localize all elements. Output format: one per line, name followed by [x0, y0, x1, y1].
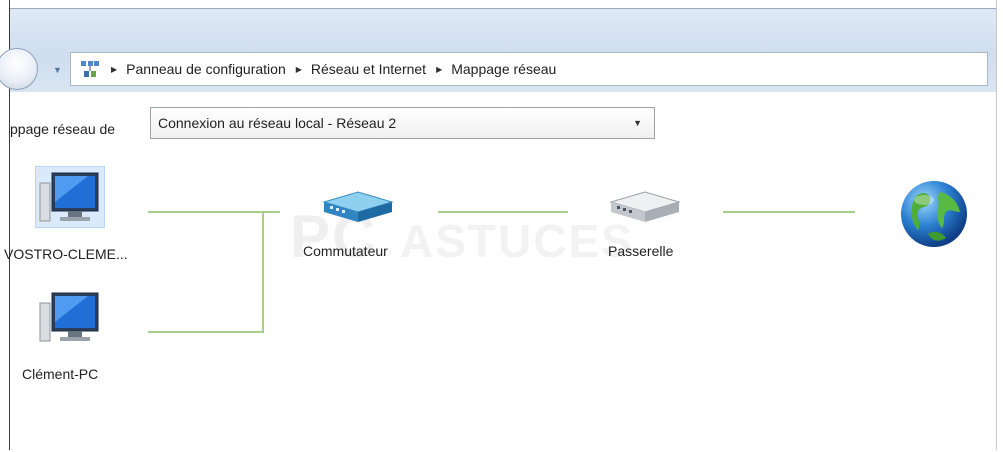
- switch-icon[interactable]: [318, 188, 398, 233]
- recent-pages-dropdown-icon[interactable]: ▼: [53, 65, 62, 75]
- link-pc2-switch: [148, 331, 264, 333]
- breadcrumb-item-network-internet[interactable]: Réseau et Internet: [311, 61, 426, 77]
- link-vertical-connector: [262, 211, 264, 333]
- network-map-label: ppage réseau de: [10, 121, 116, 137]
- map-toolbar: ppage réseau de Connexion au réseau loca…: [10, 92, 996, 156]
- back-button[interactable]: [0, 48, 38, 90]
- link-pc1-switch: [148, 211, 280, 213]
- pc2-label[interactable]: Clément-PC: [22, 366, 98, 382]
- gateway-icon[interactable]: [605, 188, 685, 233]
- breadcrumb-item-control-panel[interactable]: Panneau de configuration: [126, 61, 286, 77]
- window-right-frame: [996, 0, 1003, 452]
- link-gateway-internet: [723, 211, 855, 213]
- network-select-value: Connexion au réseau local - Réseau 2: [158, 115, 397, 131]
- internet-globe-icon[interactable]: [898, 178, 970, 255]
- pc1-label[interactable]: VOSTRO-CLEME...: [4, 246, 128, 262]
- network-location-icon: [79, 58, 101, 80]
- link-switch-gateway: [438, 211, 568, 213]
- network-select[interactable]: Connexion au réseau local - Réseau 2 ▼: [150, 107, 655, 139]
- breadcrumb-separator-icon[interactable]: ▶: [436, 65, 442, 74]
- address-bar[interactable]: ▶ Panneau de configuration ▶ Réseau et I…: [70, 52, 988, 86]
- switch-label[interactable]: Commutateur: [303, 243, 388, 259]
- breadcrumb-separator-icon[interactable]: ▶: [111, 65, 117, 74]
- breadcrumb-separator-icon[interactable]: ▶: [296, 65, 302, 74]
- breadcrumb-item-network-map[interactable]: Mappage réseau: [451, 61, 556, 77]
- computer-icon[interactable]: [38, 289, 104, 352]
- chevron-down-icon[interactable]: ▼: [633, 118, 642, 128]
- computer-icon[interactable]: [38, 169, 104, 232]
- svg-text:ASTUCES: ASTUCES: [400, 215, 634, 267]
- gateway-label[interactable]: Passerelle: [608, 243, 673, 259]
- navigation-bar: ▼ ▶ Panneau de configuration ▶ Réseau et…: [0, 8, 996, 93]
